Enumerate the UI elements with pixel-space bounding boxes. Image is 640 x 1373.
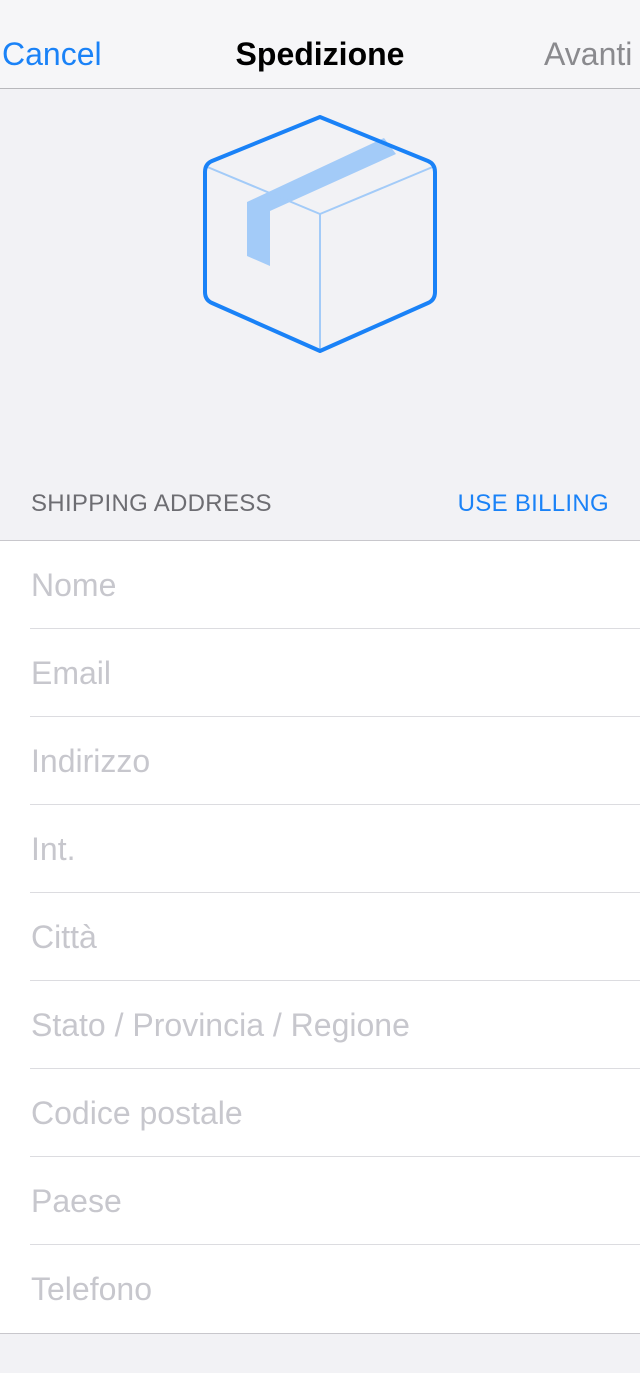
form-row-telefono (30, 1245, 640, 1333)
form-row-indirizzo (30, 717, 640, 805)
form-row-nome (30, 541, 640, 629)
nome-field[interactable] (30, 541, 610, 629)
stato-field[interactable] (30, 981, 610, 1069)
section-title: SHIPPING ADDRESS (31, 490, 272, 517)
codice-postale-field[interactable] (30, 1069, 610, 1157)
shipping-hero (0, 90, 640, 470)
shipping-form (0, 540, 640, 1334)
indirizzo-field[interactable] (30, 717, 610, 805)
use-billing-button[interactable]: USE BILLING (458, 490, 609, 518)
telefono-field[interactable] (30, 1245, 610, 1333)
form-row-codice-postale (30, 1069, 640, 1157)
navigation-bar: Cancel Spedizione Avanti (0, 0, 640, 89)
shipping-address-header: SHIPPING ADDRESS USE BILLING (0, 470, 640, 540)
form-row-paese (30, 1157, 640, 1245)
next-button[interactable]: Avanti (544, 34, 632, 74)
form-row-citta (30, 893, 640, 981)
form-row-int (30, 805, 640, 893)
paese-field[interactable] (30, 1157, 610, 1245)
citta-field[interactable] (30, 893, 610, 981)
package-box-icon (203, 115, 437, 353)
form-row-email (30, 629, 640, 717)
form-row-stato (30, 981, 640, 1069)
email-field[interactable] (30, 629, 610, 717)
int-field[interactable] (30, 805, 610, 893)
